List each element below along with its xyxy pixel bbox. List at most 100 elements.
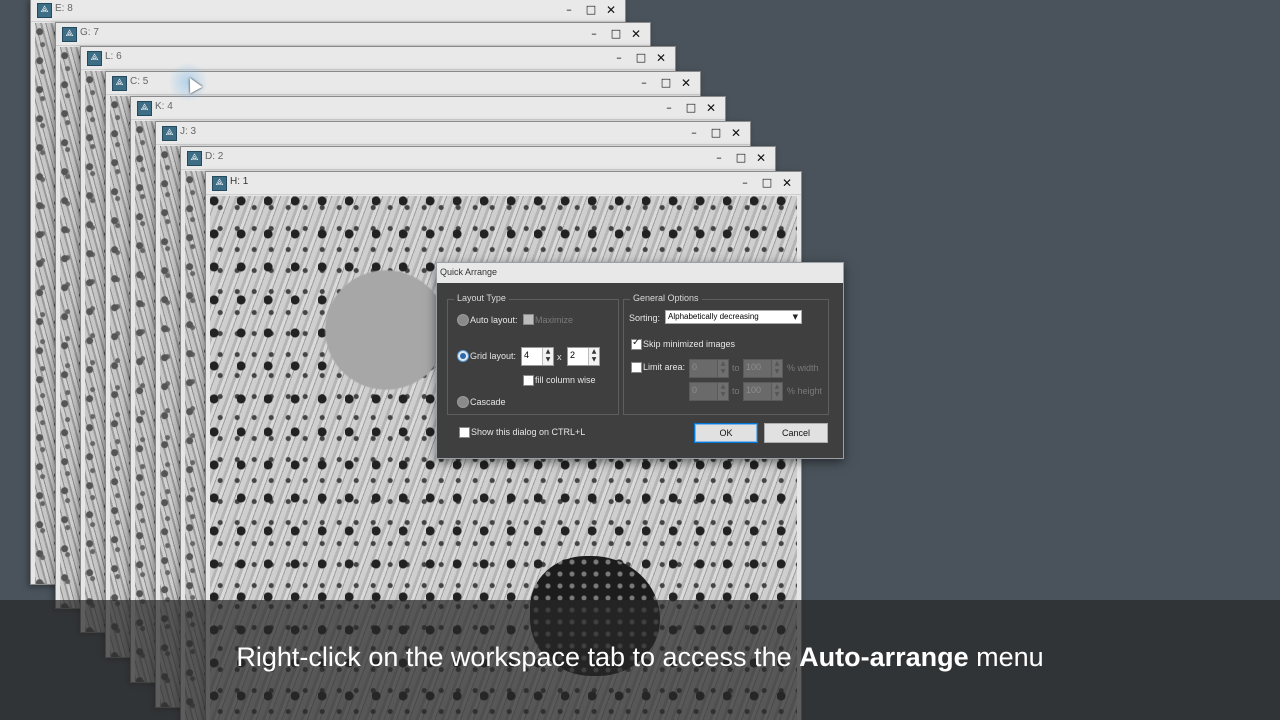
limit-area-checkbox[interactable] [631, 362, 642, 373]
width-from-value: 0 [692, 362, 698, 372]
grid-columns-stepper[interactable]: 4 ▲ ▼ [521, 347, 554, 366]
sorting-label: Sorting: [629, 313, 661, 323]
close-icon[interactable]: ✕ [678, 75, 694, 91]
window-title: H: 1 [230, 176, 249, 187]
up-down-arrows-icon[interactable]: ▲ ▼ [717, 360, 728, 377]
height-from-stepper[interactable]: 0 ▲ ▼ [689, 382, 729, 401]
window-titlebar[interactable]: ⟁ E: 8 – □ ✕ [31, 0, 625, 22]
general-options-label: General Options [630, 293, 702, 303]
width-to-value: 100 [746, 362, 762, 372]
up-down-arrows-icon[interactable]: ▲ ▼ [542, 348, 553, 365]
minimize-icon[interactable]: – [661, 100, 677, 116]
cancel-button[interactable]: Cancel [764, 423, 828, 443]
window-title: C: 5 [130, 76, 149, 87]
height-to-label: to [732, 386, 740, 396]
minimize-icon[interactable]: – [561, 2, 577, 18]
show-on-ctrl-l-checkbox[interactable] [459, 427, 470, 438]
caption-text-bold: Auto-arrange [799, 642, 969, 672]
window-titlebar[interactable]: ⟁ L: 6 – □ ✕ [81, 47, 675, 70]
window-titlebar[interactable]: ⟁ K: 4 – □ ✕ [131, 97, 725, 120]
window-titlebar[interactable]: ⟁ G: 7 – □ ✕ [56, 23, 650, 46]
quick-arrange-dialog[interactable]: Quick Arrange Layout Type Auto layout: M… [436, 262, 844, 459]
maximize-icon[interactable]: □ [759, 175, 775, 191]
up-down-arrows-icon[interactable]: ▲ ▼ [717, 383, 728, 400]
window-title: D: 2 [205, 151, 224, 162]
close-icon[interactable]: ✕ [628, 26, 644, 42]
window-titlebar[interactable]: ⟁ J: 3 – □ ✕ [156, 122, 750, 145]
window-title: G: 7 [80, 27, 99, 38]
up-down-arrows-icon[interactable]: ▲ ▼ [771, 383, 782, 400]
minimize-icon[interactable]: – [711, 150, 727, 166]
dialog-title: Quick Arrange [440, 267, 498, 277]
grid-rows-value: 2 [570, 350, 576, 360]
fill-column-wise-checkbox[interactable] [523, 375, 534, 386]
skip-minimized-checkbox[interactable] [631, 337, 642, 350]
close-icon[interactable]: ✕ [603, 2, 619, 18]
caption-text-start: Right-click on the workspace tab to acce… [236, 642, 800, 672]
maximize-label: Maximize [535, 315, 574, 325]
grid-layout-label: Grid layout: [470, 351, 517, 361]
tutorial-caption: Right-click on the workspace tab to acce… [0, 642, 1280, 673]
sorting-value: Alphabetically decreasing [668, 312, 759, 321]
grid-columns-value: 4 [524, 350, 530, 360]
grid-times-label: x [557, 352, 562, 362]
skip-minimized-label: Skip minimized images [643, 339, 736, 349]
close-icon[interactable]: ✕ [753, 150, 769, 166]
auto-layout-radio[interactable] [457, 314, 469, 326]
height-unit-label: % height [787, 386, 823, 396]
minimize-icon[interactable]: – [737, 175, 753, 191]
close-icon[interactable]: ✕ [703, 100, 719, 116]
window-titlebar[interactable]: ⟁ D: 2 – □ ✕ [181, 147, 775, 170]
maximize-icon[interactable]: □ [608, 26, 624, 42]
window-titlebar[interactable]: ⟁ H: 1 – □ ✕ [206, 172, 801, 195]
width-unit-label: % width [787, 363, 819, 373]
auto-layout-label: Auto layout: [470, 315, 518, 325]
maximize-icon[interactable]: □ [733, 150, 749, 166]
height-to-stepper[interactable]: 100 ▲ ▼ [743, 382, 783, 401]
maximize-icon[interactable]: □ [683, 100, 699, 116]
image-window-icon: ⟁ [212, 176, 227, 191]
ok-button[interactable]: OK [694, 423, 758, 443]
image-window-icon: ⟁ [162, 126, 177, 141]
sorting-select[interactable]: Alphabetically decreasing ▼ [665, 310, 802, 324]
width-to-stepper[interactable]: 100 ▲ ▼ [743, 359, 783, 378]
up-down-arrows-icon[interactable]: ▲ ▼ [588, 348, 599, 365]
maximize-icon[interactable]: □ [633, 50, 649, 66]
grid-layout-radio[interactable] [457, 350, 469, 362]
height-from-value: 0 [692, 385, 698, 395]
close-icon[interactable]: ✕ [653, 50, 669, 66]
maximize-icon[interactable]: □ [658, 75, 674, 91]
limit-area-label: Limit area: [643, 362, 686, 372]
minimize-icon[interactable]: – [686, 125, 702, 141]
window-title: J: 3 [180, 126, 197, 137]
close-icon[interactable]: ✕ [728, 125, 744, 141]
image-window-icon: ⟁ [112, 76, 127, 91]
cascade-label: Cascade [470, 397, 506, 407]
show-on-ctrl-l-label: Show this dialog on CTRL+L [471, 427, 586, 437]
layout-type-label: Layout Type [454, 293, 509, 303]
chevron-down-icon: ▼ [792, 313, 798, 321]
width-from-stepper[interactable]: 0 ▲ ▼ [689, 359, 729, 378]
maximize-icon[interactable]: □ [583, 2, 599, 18]
up-down-arrows-icon[interactable]: ▲ ▼ [771, 360, 782, 377]
workspace[interactable]: ⟁ E: 8 – □ ✕ ⟁ G: 7 – □ ✕ ⟁ L: 6 – □ ✕ ⟁ [0, 0, 1280, 720]
minimize-icon[interactable]: – [636, 75, 652, 91]
height-to-value: 100 [746, 385, 762, 395]
width-to-label: to [732, 363, 740, 373]
grid-rows-stepper[interactable]: 2 ▲ ▼ [567, 347, 600, 366]
window-title: E: 8 [55, 3, 73, 14]
maximize-icon[interactable]: □ [708, 125, 724, 141]
caption-text-end: menu [968, 642, 1044, 672]
window-title: K: 4 [155, 101, 173, 112]
dialog-titlebar[interactable]: Quick Arrange [437, 263, 843, 283]
cascade-radio[interactable] [457, 396, 469, 408]
image-window-icon: ⟁ [137, 101, 152, 116]
minimize-icon[interactable]: – [611, 50, 627, 66]
window-title: L: 6 [105, 51, 122, 62]
close-icon[interactable]: ✕ [779, 175, 795, 191]
image-window-icon: ⟁ [62, 27, 77, 42]
image-window-icon: ⟁ [37, 3, 52, 18]
minimize-icon[interactable]: – [586, 26, 602, 42]
maximize-checkbox[interactable] [523, 314, 534, 325]
image-window-icon: ⟁ [187, 151, 202, 166]
